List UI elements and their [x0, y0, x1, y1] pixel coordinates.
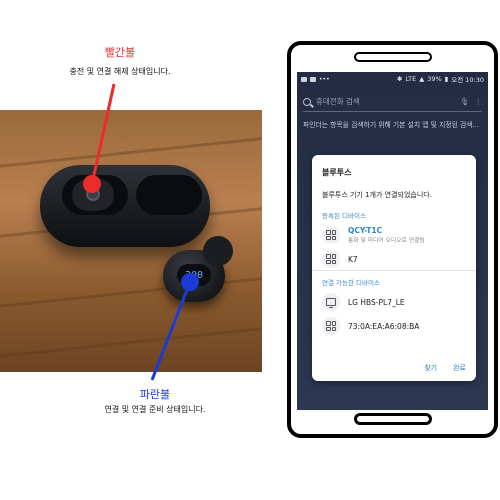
- earbuds-photo: 300: [0, 110, 262, 372]
- monitor-icon: [322, 293, 340, 311]
- status-bar: ••• ✱ LTE ▲ 39% ▮ 오전 10:30: [297, 72, 488, 86]
- battery-icon: ▮: [444, 75, 449, 83]
- device-item-mac[interactable]: 73:0A:EA:A6:08:BA: [322, 317, 466, 335]
- device-grid-icon: [322, 226, 340, 244]
- mic-icon[interactable]: 🎙: [460, 97, 470, 106]
- earbud-blue-led: 300: [177, 264, 211, 286]
- done-button[interactable]: 완료: [453, 363, 466, 373]
- bluetooth-icon: ✱: [396, 75, 403, 83]
- clock: 오전 10:30: [451, 76, 484, 84]
- phone-screen: ••• ✱ LTE ▲ 39% ▮ 오전 10:30 휴대전화 검색 🎙 ⋮ 파…: [297, 72, 488, 410]
- search-icon: [303, 97, 311, 106]
- device-item-k7[interactable]: K7: [322, 250, 466, 268]
- earbud-tip: [203, 236, 233, 266]
- device-name: LG HBS-PL7_LE: [348, 297, 405, 307]
- network-label: LTE: [405, 75, 417, 83]
- dialog-message: 블루투스 기기 1개가 연결되었습니다.: [322, 191, 432, 199]
- device-item-qcy-t1c[interactable]: QCY-T1C 통화 및 미디어 오디오로 연결됨: [322, 226, 466, 244]
- blue-light-description: 연결 및 연결 준비 상태입니다.: [104, 405, 206, 414]
- notification-icon: [301, 76, 307, 82]
- more-options-icon[interactable]: ⋮: [475, 97, 483, 106]
- device-grid-icon: [322, 317, 340, 335]
- signal-icon: ▲: [419, 75, 425, 83]
- notification-icon: [310, 76, 316, 82]
- search-bar[interactable]: 휴대전화 검색 🎙 ⋮: [303, 92, 482, 112]
- earbud: 300: [163, 236, 233, 302]
- red-light-label: 빨간불: [104, 46, 136, 59]
- device-name: QCY-T1C: [348, 226, 383, 235]
- dialog-title: 블루투스: [322, 168, 352, 177]
- divider: [312, 270, 476, 271]
- more-notifications-icon: •••: [319, 75, 330, 83]
- earbud-display-text: 300: [184, 269, 204, 281]
- search-input[interactable]: 휴대전화 검색: [316, 96, 455, 107]
- blue-light-label: 파란불: [139, 388, 171, 401]
- red-led: [86, 187, 100, 201]
- registered-devices-header: 등록된 디바이스: [322, 212, 366, 220]
- device-item-lg-hbs[interactable]: LG HBS-PL7_LE: [322, 293, 466, 311]
- scan-button[interactable]: 찾기: [424, 363, 437, 373]
- bluetooth-dialog: 블루투스 블루투스 기기 1개가 연결되었습니다. 등록된 디바이스 QCY-T…: [312, 155, 476, 381]
- device-name: K7: [348, 254, 358, 264]
- wood-grain: [0, 323, 262, 360]
- charging-case: [40, 165, 210, 247]
- red-light-description: 충전 및 연결 해제 상태입니다.: [69, 67, 171, 76]
- device-status: 통화 및 미디어 오디오로 연결됨: [348, 238, 425, 244]
- battery-level: 39%: [427, 75, 442, 83]
- phone-speaker: [354, 52, 432, 62]
- case-slot-right: [136, 175, 202, 215]
- home-button[interactable]: [354, 413, 432, 425]
- dialog-actions: 찾기 완료: [424, 363, 466, 373]
- available-devices-header: 연결 가능한 디바이스: [322, 279, 380, 287]
- background-text: 파인더는 항목을 검색하기 위해 기본 설치 앱 및 지정된 검색...: [303, 121, 480, 129]
- device-grid-icon: [322, 250, 340, 268]
- phone-frame: ••• ✱ LTE ▲ 39% ▮ 오전 10:30 휴대전화 검색 🎙 ⋮ 파…: [287, 41, 498, 438]
- device-name: 73:0A:EA:A6:08:BA: [348, 321, 420, 331]
